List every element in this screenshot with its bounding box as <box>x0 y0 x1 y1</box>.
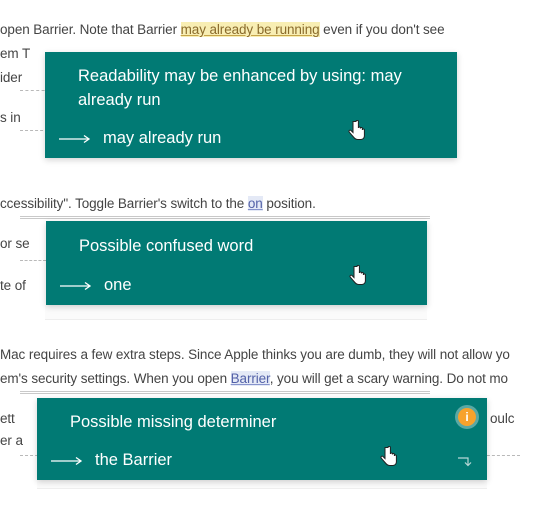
hand-cursor-icon <box>380 446 397 466</box>
suggestion-popup-missing-determiner: Possible missing determiner i the Barrie… <box>37 398 487 480</box>
doc-line-10: ett <box>0 411 15 426</box>
highlight-barrier[interactable]: Barrier <box>230 371 270 386</box>
doc-text: even if you don't see <box>319 22 445 37</box>
doc-text: ett <box>0 411 15 426</box>
doc-line-1: open Barrier. Note that Barrier may alre… <box>0 22 445 37</box>
suggestion-option[interactable]: may already run <box>59 129 221 148</box>
divider <box>20 216 430 219</box>
suggestion-text[interactable]: the Barrier <box>95 451 172 470</box>
doc-text: s in <box>0 110 21 125</box>
hand-cursor-icon <box>349 265 366 285</box>
suggestion-text[interactable]: one <box>104 276 132 295</box>
doc-line-7: te of <box>0 278 26 293</box>
doc-text: te of <box>0 278 26 293</box>
doc-text: em's security settings. When you open <box>0 371 231 386</box>
suggestion-text[interactable]: may already run <box>103 129 221 148</box>
info-badge-icon[interactable]: i <box>458 408 476 426</box>
doc-line-3: ider <box>0 70 22 85</box>
doc-text: , you will get a scary warning. Do not m… <box>269 371 508 386</box>
doc-text: ccessibility". Toggle Barrier's switch t… <box>0 196 248 211</box>
divider <box>20 391 430 394</box>
doc-line-5: ccessibility". Toggle Barrier's switch t… <box>0 196 316 211</box>
popup-shadow-footer <box>45 305 427 320</box>
doc-text: em T <box>0 46 31 61</box>
suggestion-popup-readability: Readability may be enhanced by using: ma… <box>45 52 457 158</box>
enter-key-icon <box>458 457 472 467</box>
doc-text: position. <box>262 196 316 211</box>
doc-line-8: Mac requires a few extra steps. Since Ap… <box>0 347 510 362</box>
arrow-right-icon <box>59 134 91 143</box>
doc-text: er a <box>0 433 23 448</box>
doc-line-11: er a <box>0 433 23 448</box>
suggestion-popup-confused-word: Possible confused word one <box>46 221 427 305</box>
highlight-on[interactable]: on <box>247 196 263 211</box>
doc-line-6: or se <box>0 236 30 251</box>
hand-cursor-icon <box>348 120 365 140</box>
suggestion-option[interactable]: the Barrier <box>51 451 172 470</box>
doc-text: open Barrier. Note that Barrier <box>0 22 181 37</box>
suggestion-option[interactable]: one <box>60 276 132 295</box>
arrow-right-icon <box>60 281 92 290</box>
popup-shadow-footer <box>37 480 487 489</box>
doc-text: Mac requires a few extra steps. Since Ap… <box>0 347 510 362</box>
doc-line-4: s in <box>0 110 21 125</box>
doc-line-10-end: oulc <box>490 411 514 426</box>
popup-title: Possible confused word <box>79 237 254 255</box>
popup-title: Possible missing determiner <box>70 413 277 431</box>
highlight-may-already-be-running[interactable]: may already be running <box>180 22 320 37</box>
doc-line-2: em T <box>0 46 30 61</box>
popup-title: Readability may be enhanced by using: ma… <box>78 67 402 109</box>
doc-line-9: em's security settings. When you open Ba… <box>0 371 508 386</box>
doc-text: oulc <box>490 411 515 426</box>
arrow-right-icon <box>51 456 83 465</box>
doc-text: ider <box>0 70 23 85</box>
doc-text: or se <box>0 236 30 251</box>
divider <box>20 260 46 261</box>
